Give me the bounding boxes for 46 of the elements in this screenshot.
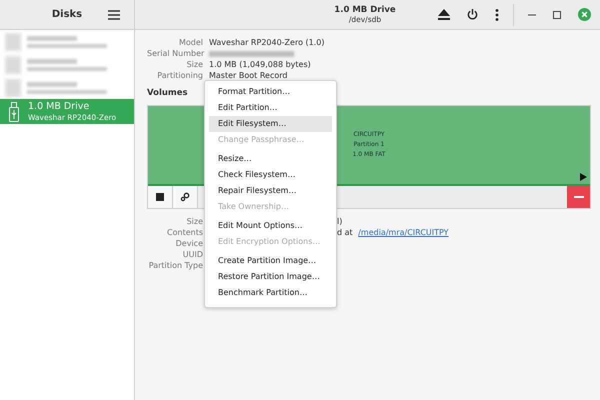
property-value: d at (337, 228, 353, 237)
property-label: Size (186, 216, 203, 227)
eject-icon[interactable] (438, 9, 450, 20)
menu-item[interactable]: Edit Mount Options… (209, 218, 332, 234)
menu-item[interactable]: Restore Partition Image… (209, 269, 332, 285)
property-label: Model (178, 37, 203, 48)
property-label: UUID (182, 249, 203, 260)
property-value: 1.0 MB (1,049,088 bytes) (209, 59, 312, 70)
maximize-icon[interactable] (553, 10, 561, 18)
delete-partition-button[interactable] (567, 186, 590, 208)
menu-item[interactable]: Format Partition… (209, 84, 332, 100)
usb-drive-icon (9, 102, 19, 122)
gears-icon (180, 192, 190, 202)
settings-button[interactable] (173, 186, 198, 208)
menu-item[interactable]: Repair Filesystem… (209, 183, 332, 199)
menu-icon[interactable] (108, 10, 120, 20)
menu-item[interactable]: Resize… (209, 151, 332, 167)
redacted-text (27, 82, 77, 86)
property-label: Contents (166, 227, 203, 238)
window-title: 1.0 MB Drive (334, 4, 396, 14)
property-label: Device (174, 238, 203, 249)
property-label: Size (186, 59, 203, 70)
mount-point-link[interactable]: /media/mra/CIRCUITPY (358, 228, 449, 237)
more-options-icon[interactable] (495, 8, 499, 20)
stop-icon (156, 193, 164, 201)
menu-item[interactable]: Create Partition Image… (209, 253, 332, 269)
minus-icon (574, 196, 584, 198)
play-icon (580, 173, 587, 181)
property-label: Partitioning (156, 70, 203, 81)
menu-item[interactable]: Check Filesystem… (209, 167, 332, 183)
redacted-text (27, 58, 77, 64)
property-value: Master Boot Record (209, 70, 288, 81)
unmount-button[interactable] (148, 186, 173, 208)
sidebar-title: Disks (52, 9, 82, 20)
close-icon[interactable] (578, 8, 591, 21)
disk-name: 1.0 MB Drive (28, 100, 90, 112)
property-label: Partition Type (148, 260, 203, 271)
property-value: l) (337, 217, 342, 226)
property-value: Waveshar RP2040-Zero (1.0) (209, 37, 326, 48)
redacted-text (27, 36, 77, 40)
property-label: Serial Number (147, 48, 203, 59)
menu-item[interactable]: Benchmark Partition… (209, 285, 332, 301)
minimize-icon[interactable] (528, 14, 536, 16)
power-icon[interactable] (467, 9, 478, 20)
menu-item[interactable]: Edit Filesystem… (209, 116, 332, 132)
section-title: Volumes (147, 88, 188, 98)
